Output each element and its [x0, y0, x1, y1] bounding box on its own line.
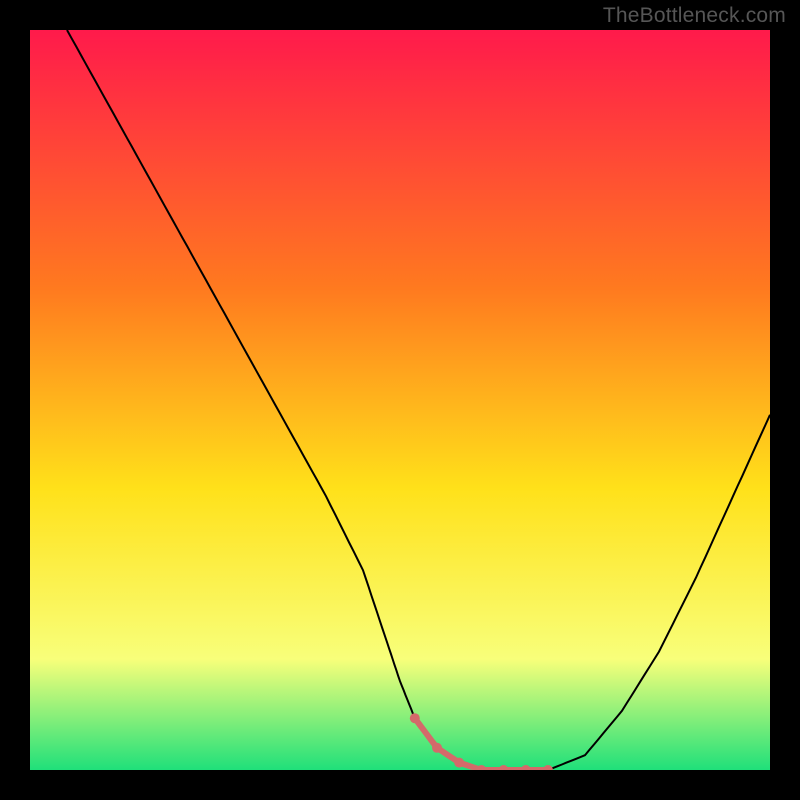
optimal-point — [521, 765, 531, 775]
optimal-point — [543, 765, 553, 775]
optimal-point — [410, 713, 420, 723]
optimal-point — [454, 758, 464, 768]
optimal-point — [476, 765, 486, 775]
chart-frame: TheBottleneck.com — [0, 0, 800, 800]
watermark-text: TheBottleneck.com — [603, 4, 786, 28]
plot-background — [30, 30, 770, 770]
optimal-point — [499, 765, 509, 775]
optimal-point — [432, 743, 442, 753]
chart-svg — [0, 0, 800, 800]
